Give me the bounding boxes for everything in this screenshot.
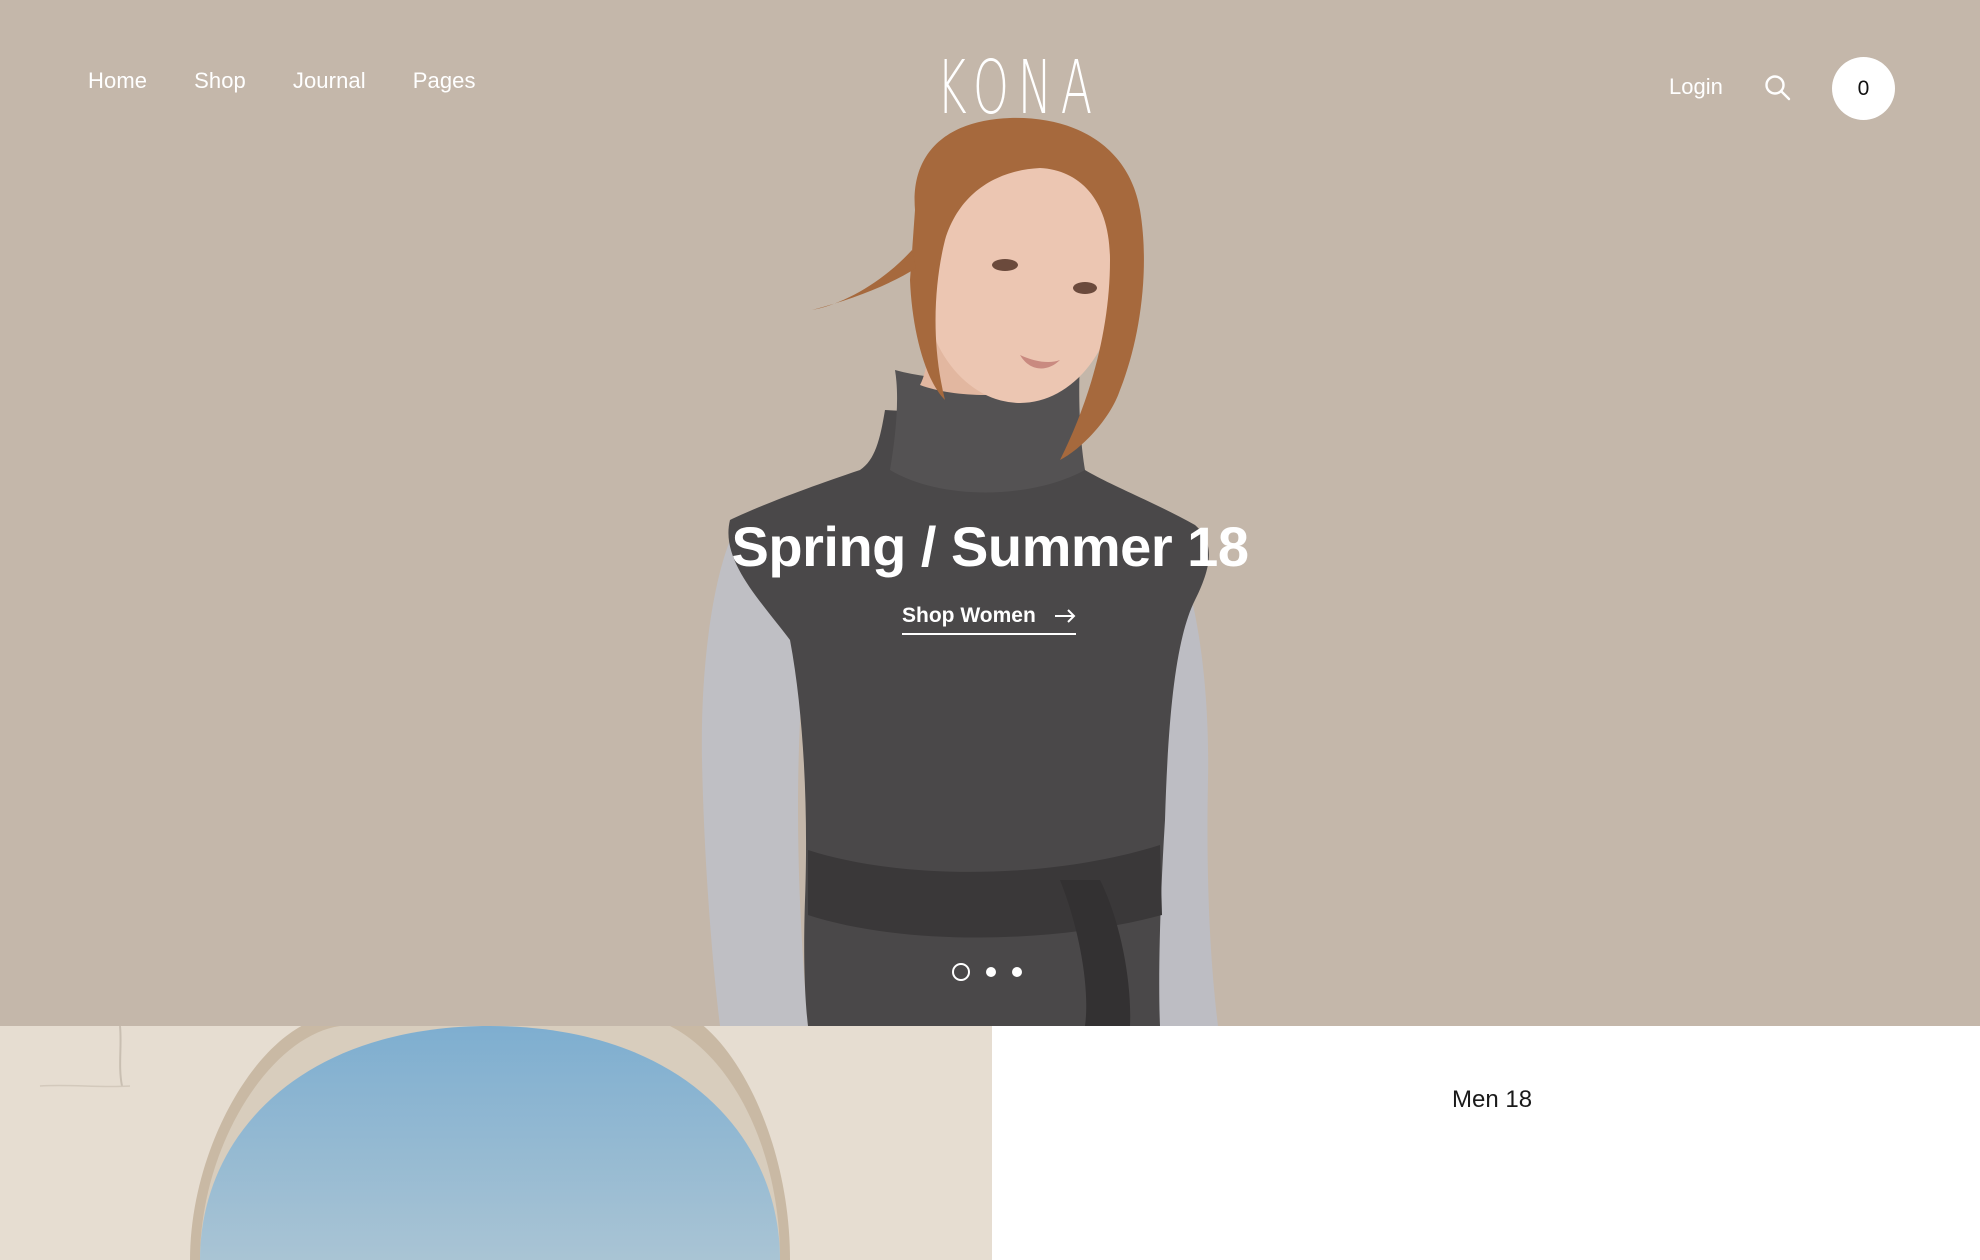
shop-women-label: Shop Women <box>902 604 1036 627</box>
shop-women-button[interactable]: Shop Women <box>902 604 1076 635</box>
nav-item-shop[interactable]: Shop <box>194 68 246 94</box>
promo-men-label: Men 18 <box>1452 1086 1533 1113</box>
slide-dot-1[interactable] <box>952 963 970 981</box>
cart-button[interactable]: 0 <box>1832 57 1895 120</box>
nav-item-journal[interactable]: Journal <box>293 68 366 94</box>
slide-dot-2[interactable] <box>986 967 996 977</box>
promo-men-card[interactable]: Men 18 <box>992 1026 1980 1260</box>
nav-item-pages[interactable]: Pages <box>413 68 476 94</box>
arrow-right-icon <box>1054 609 1076 623</box>
brand-logo[interactable]: KONA <box>937 46 1092 130</box>
hero-banner: Home Shop Journal Pages KONA Login 0 Spr… <box>0 0 1980 1026</box>
hero-title: Spring / Summer 18 <box>731 514 1249 578</box>
slider-pagination <box>952 963 1022 981</box>
login-link[interactable]: Login <box>1669 74 1723 100</box>
arch-window-image <box>39 1026 790 1260</box>
cart-count: 0 <box>1857 76 1870 100</box>
nav-item-home[interactable]: Home <box>88 68 147 94</box>
promo-image-card[interactable] <box>0 1026 992 1260</box>
main-nav: Home Shop Journal Pages <box>88 68 476 94</box>
slide-dot-3[interactable] <box>1012 967 1022 977</box>
search-icon[interactable] <box>1764 74 1792 102</box>
